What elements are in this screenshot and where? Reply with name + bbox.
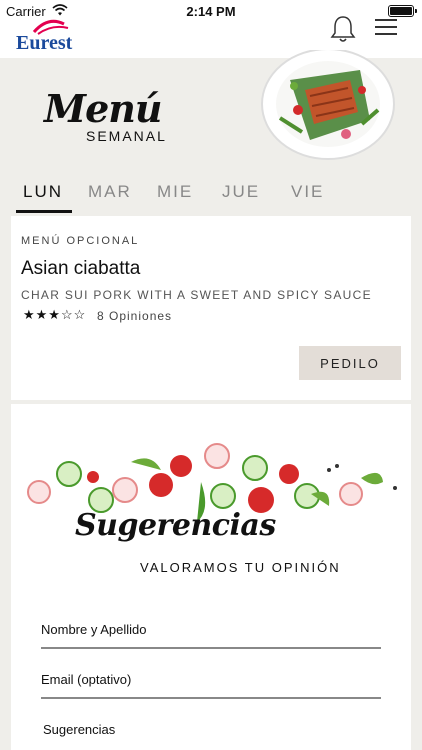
tab-lun[interactable]: LUN (23, 182, 63, 202)
suggestions-field-label: Sugerencias (43, 722, 116, 737)
order-button[interactable]: PEDILO (299, 346, 401, 380)
name-field[interactable]: Nombre y Apellido (41, 622, 381, 649)
name-field-underline (41, 647, 381, 649)
dish-name: Asian ciabatta (21, 258, 141, 279)
email-field[interactable]: Email (optativo) (41, 672, 381, 699)
salmon-plate-image (261, 50, 395, 160)
dish-description: CHAR SUI PORK WITH A SWEET AND SPICY SAU… (21, 288, 372, 302)
hamburger-menu-icon[interactable] (374, 16, 398, 38)
email-field-label: Email (optativo) (41, 672, 132, 687)
suggestions-title: Sugerencias (75, 508, 276, 543)
dish-category: MENÚ OPCIONAL (21, 235, 140, 247)
tab-mar[interactable]: MAR (88, 182, 132, 202)
tab-jue[interactable]: JUE (222, 182, 260, 202)
vegetables-image (27, 443, 397, 522)
suggestions-section: Sugerencias VALORAMOS TU OPINIÓN Nombre … (11, 404, 411, 750)
suggestions-tagline: VALORAMOS TU OPINIÓN (140, 560, 341, 575)
star-rating[interactable]: ★★★☆☆ (23, 307, 86, 323)
tab-mie[interactable]: MIE (157, 182, 193, 202)
email-field-underline (41, 697, 381, 699)
weekday-tabs: LUN MAR MIE JUE VIE (0, 170, 422, 216)
menu-title: Menú (44, 86, 162, 131)
status-time: 2:14 PM (186, 4, 236, 19)
dish-card: MENÚ OPCIONAL Asian ciabatta CHAR SUI PO… (11, 216, 411, 400)
review-count[interactable]: 8 Opiniones (97, 309, 172, 323)
name-field-label: Nombre y Apellido (41, 622, 147, 637)
eurest-logo[interactable]: Eurest (14, 19, 84, 56)
tab-vie[interactable]: VIE (291, 182, 324, 202)
bell-icon[interactable] (330, 14, 356, 44)
suggestions-field[interactable]: Sugerencias (43, 722, 383, 737)
active-tab-indicator (16, 210, 72, 213)
menu-hero: Menú SEMANAL (0, 50, 422, 170)
logo-wordmark: Eurest (16, 32, 73, 54)
menu-subtitle: SEMANAL (86, 128, 167, 144)
